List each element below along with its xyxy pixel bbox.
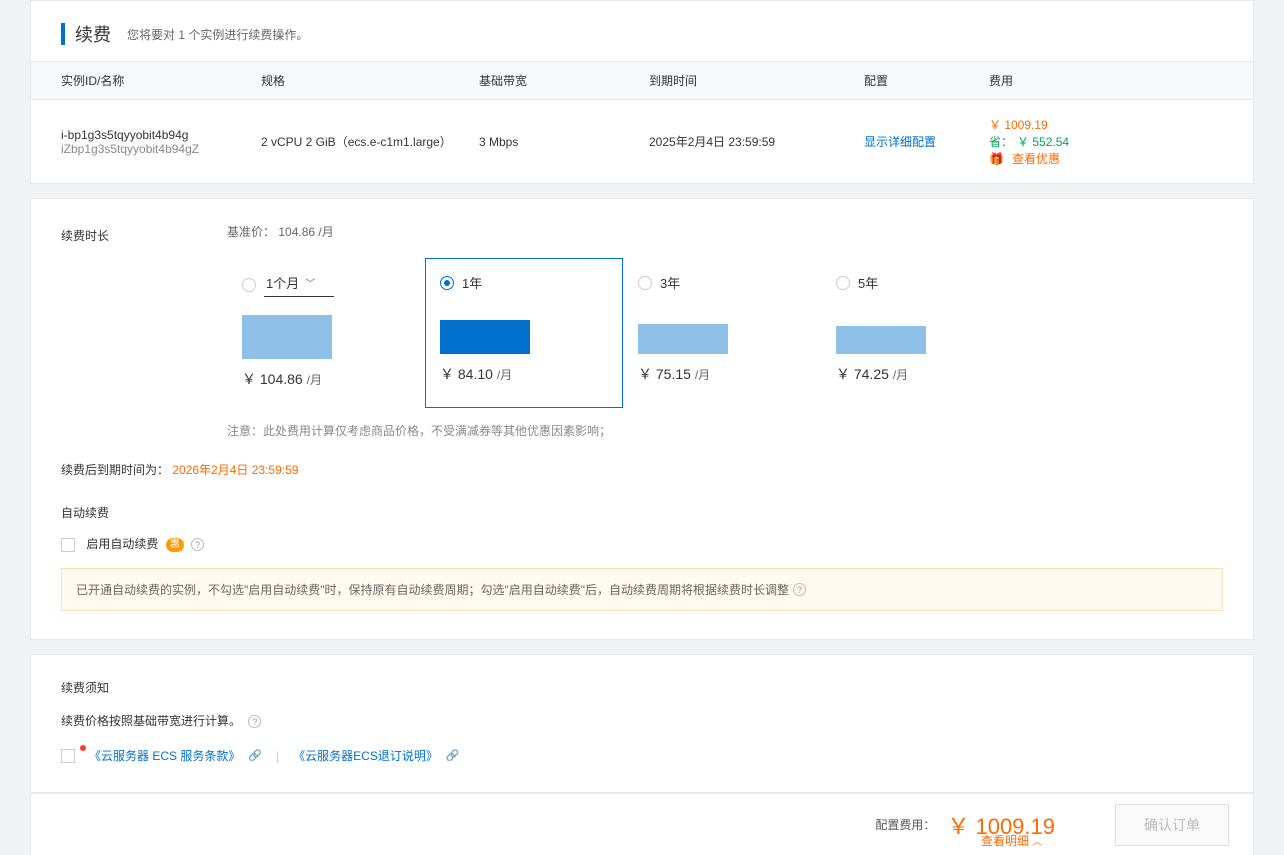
view-promo-link[interactable]: 查看优惠: [1012, 150, 1060, 167]
duration-price: ￥ 75.15: [638, 366, 695, 382]
external-link-icon: 🔗: [446, 749, 460, 762]
terms-heading: 续费须知: [61, 679, 1223, 696]
duration-label: 续费时长: [61, 223, 227, 244]
duration-price-suffix: /月: [307, 373, 322, 387]
footer-bar: 配置费用： ￥ 1009.19 确认订单 查看明细 ︿: [30, 793, 1254, 855]
duration-note: 注意：此处费用计算仅考虑商品价格，不受满减券等其他优惠因素影响；: [227, 422, 1223, 439]
duration-option-label: 3年: [660, 273, 680, 292]
duration-price: ￥ 74.25: [836, 366, 893, 382]
auto-renew-checkbox[interactable]: [61, 538, 75, 552]
months-select[interactable]: 1个月 ﹀: [264, 273, 334, 297]
duration-price-suffix: /月: [893, 368, 908, 382]
chevron-up-icon: ︿: [1032, 833, 1042, 848]
discount-badge: 惠: [166, 538, 184, 552]
duration-option-1y[interactable]: 1年 ￥ 84.10 /月: [425, 258, 623, 408]
price-bar: [440, 320, 530, 354]
help-icon[interactable]: ?: [248, 715, 261, 728]
duration-price-suffix: /月: [497, 368, 512, 382]
external-link-icon: 🔗: [248, 749, 262, 762]
radio-icon[interactable]: [836, 276, 850, 290]
col-instance: 实例ID/名称: [31, 62, 249, 100]
page-title: 续费: [75, 21, 111, 47]
radio-icon[interactable]: [638, 276, 652, 290]
after-expire-label: 续费后到期时间为：: [61, 463, 169, 477]
page-subtitle: 您将要对 1 个实例进行续费操作。: [127, 26, 308, 43]
base-price-value: 104.86 /月: [278, 225, 333, 239]
instance-name: iZbp1g3s5tqyyobit4b94gZ: [61, 142, 237, 156]
chevron-down-icon: ﹀: [305, 275, 315, 290]
help-icon[interactable]: ?: [191, 538, 204, 551]
instance-spec: 2 vCPU 2 GiB（ecs.e-c1m1.large）: [249, 100, 467, 184]
gift-icon: 🎁: [989, 152, 1004, 166]
after-expire-date: 2026年2月4日 23:59:59: [172, 463, 298, 477]
price-bar: [638, 324, 728, 354]
col-config: 配置: [852, 62, 977, 100]
terms-link-2[interactable]: 《云服务器ECS退订说明》: [293, 747, 438, 764]
title-accent-bar: [61, 23, 65, 45]
auto-renew-label: 自动续费: [61, 500, 1223, 521]
col-spec: 规格: [249, 62, 467, 100]
radio-icon[interactable]: [440, 276, 454, 290]
duration-option-label: 1年: [462, 273, 482, 292]
duration-option-1m[interactable]: 1个月 ﹀ ￥ 104.86 /月: [227, 258, 425, 408]
col-cost: 费用: [977, 62, 1253, 100]
help-icon[interactable]: ?: [793, 583, 806, 596]
instance-id: i-bp1g3s5tqyyobit4b94g: [61, 128, 237, 142]
terms-checkbox[interactable]: [61, 749, 75, 763]
instance-expire: 2025年2月4日 23:59:59: [637, 100, 852, 184]
duration-price-suffix: /月: [695, 368, 710, 382]
separator: |: [276, 749, 279, 763]
calc-text: 续费价格按照基础带宽进行计算。: [61, 714, 241, 728]
auto-renew-notice: 已开通自动续费的实例，不勾选"启用自动续费"时，保持原有自动续费周期；勾选"启用…: [76, 581, 789, 598]
base-price-label: 基准价：: [227, 225, 275, 239]
duration-option-label: 5年: [858, 273, 878, 292]
price-bar: [242, 315, 332, 359]
col-expire: 到期时间: [637, 62, 852, 100]
duration-price: ￥ 84.10: [440, 366, 497, 382]
show-config-link[interactable]: 显示详细配置: [864, 135, 936, 149]
required-dot-icon: [80, 745, 86, 751]
instance-table: 实例ID/名称 规格 基础带宽 到期时间 配置 费用 i-bp1g3s5tqyy…: [31, 61, 1253, 183]
footer-cost-label: 配置费用：: [875, 816, 935, 833]
duration-option-5y[interactable]: 5年 ￥ 74.25 /月: [821, 258, 1019, 408]
save-label: 省：: [989, 133, 1013, 150]
terms-link-1[interactable]: 《云服务器 ECS 服务条款》: [89, 747, 240, 764]
instance-bandwidth: 3 Mbps: [467, 100, 637, 184]
table-row: i-bp1g3s5tqyyobit4b94g iZbp1g3s5tqyyobit…: [31, 100, 1253, 184]
auto-renew-text: 启用自动续费: [86, 537, 158, 551]
radio-icon[interactable]: [242, 278, 256, 292]
view-detail-text: 查看明细: [981, 832, 1029, 849]
duration-price: ￥ 104.86: [242, 371, 307, 387]
duration-option-3y[interactable]: 3年 ￥ 75.15 /月: [623, 258, 821, 408]
price-bar: [836, 326, 926, 354]
view-detail-link[interactable]: 查看明细 ︿: [981, 832, 1042, 849]
instance-cost: ￥ 1009.19: [989, 116, 1241, 133]
col-bandwidth: 基础带宽: [467, 62, 637, 100]
months-select-value: 1个月: [266, 273, 299, 292]
confirm-order-button[interactable]: 确认订单: [1115, 804, 1229, 846]
save-value: ￥ 552.54: [1017, 133, 1069, 150]
